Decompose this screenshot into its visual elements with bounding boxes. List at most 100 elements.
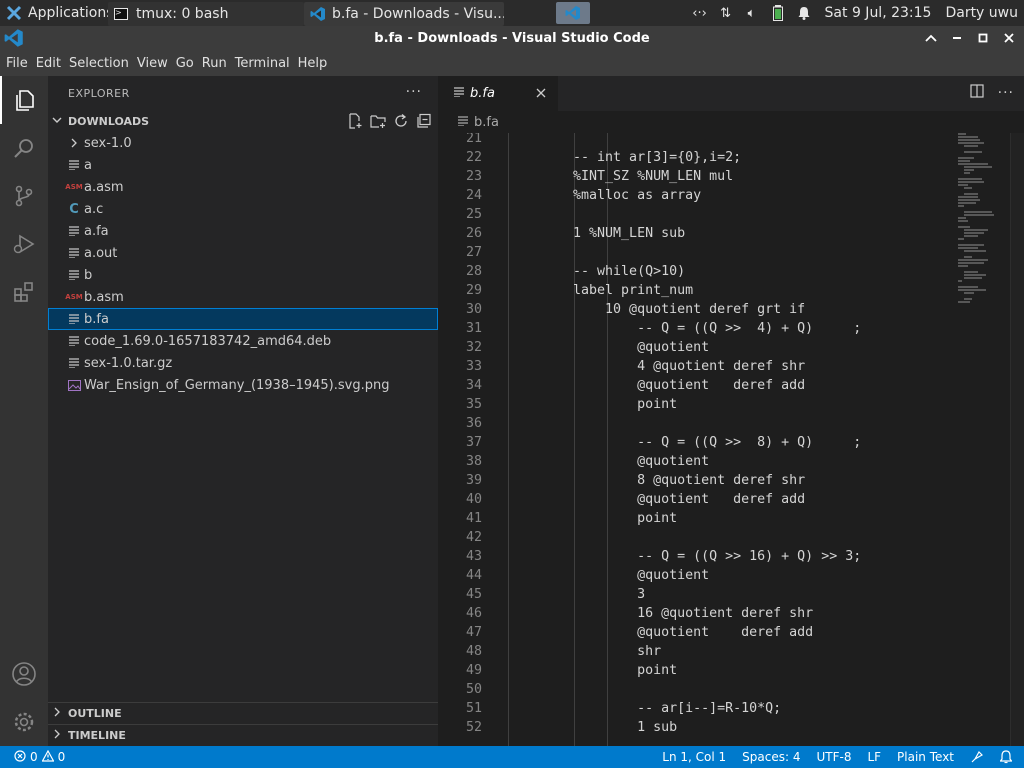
problems-indicator[interactable]: 0 0: [6, 749, 73, 765]
xfce-logo-icon: [6, 5, 22, 21]
encoding[interactable]: UTF-8: [808, 750, 859, 764]
refresh-icon[interactable]: [392, 113, 409, 129]
close-window-icon[interactable]: [1002, 31, 1016, 45]
text-file-icon: [66, 245, 82, 261]
minimap-line: [958, 217, 966, 219]
vertical-scrollbar[interactable]: [1010, 133, 1024, 746]
minimap-line: [958, 247, 978, 249]
line-number: 50: [465, 682, 482, 697]
minimap-line: [958, 301, 970, 303]
tree-item-a-asm[interactable]: ASM a.asm: [48, 176, 438, 198]
tree-item-b-asm[interactable]: ASM b.asm: [48, 286, 438, 308]
minimap-line: [964, 193, 978, 195]
menu-edit[interactable]: Edit: [32, 56, 65, 71]
minimap-line: [958, 265, 968, 267]
menu-file[interactable]: File: [2, 56, 32, 71]
menu-go[interactable]: Go: [172, 56, 198, 71]
minimap-line: [958, 244, 984, 246]
tree-item-a-out[interactable]: a.out: [48, 242, 438, 264]
line-number: 23: [465, 169, 482, 184]
line-number: 27: [465, 245, 482, 260]
minimize-icon[interactable]: [950, 31, 964, 45]
account-icon[interactable]: [0, 650, 48, 698]
timeline-section-header[interactable]: TIMELINE: [48, 724, 438, 746]
more-actions-icon[interactable]: ···: [406, 84, 422, 100]
minimap-line: [964, 256, 972, 258]
line-number: 37: [465, 435, 482, 450]
workspace-switcher[interactable]: [556, 2, 590, 24]
explorer-icon[interactable]: [0, 76, 48, 124]
chevron-right-icon: [52, 707, 68, 720]
line-text: %malloc as array: [541, 188, 702, 203]
minimap[interactable]: [952, 133, 1010, 303]
outline-label: OUTLINE: [68, 707, 122, 720]
file-name: War_Ensign_of_Germany_(1938–1945).svg.pn…: [84, 377, 390, 393]
task-vscode[interactable]: b.fa - Downloads - Visu...: [304, 1, 504, 26]
minimap-line: [964, 298, 972, 300]
source-control-icon[interactable]: [0, 172, 48, 220]
split-editor-icon[interactable]: [970, 84, 984, 102]
collapse-icon[interactable]: [924, 31, 938, 45]
minimap-line: [958, 226, 970, 228]
activity-bar: [0, 76, 48, 746]
network-icon[interactable]: ⇅: [715, 0, 737, 26]
tab-b-fa[interactable]: b.fa: [438, 76, 558, 111]
code-line: 28 -- while(Q>10): [438, 262, 1024, 281]
menu-view[interactable]: View: [133, 56, 172, 71]
code-line: 23 %INT_SZ %NUM_LEN mul: [438, 167, 1024, 186]
line-number: 32: [465, 340, 482, 355]
feedback-icon[interactable]: [962, 750, 992, 764]
maximize-icon[interactable]: [976, 31, 990, 45]
notifications-icon[interactable]: [992, 750, 1020, 764]
tree-item-a-fa[interactable]: a.fa: [48, 220, 438, 242]
tab-bar: b.fa ···: [438, 76, 1024, 111]
tree-item-a-c[interactable]: C a.c: [48, 198, 438, 220]
line-number: 40: [465, 492, 482, 507]
minimap-line: [964, 235, 978, 237]
menu-help[interactable]: Help: [294, 56, 332, 71]
run-debug-icon[interactable]: [0, 220, 48, 268]
more-actions-icon[interactable]: ···: [998, 85, 1014, 101]
tree-item-png[interactable]: War_Ensign_of_Germany_(1938–1945).svg.pn…: [48, 374, 438, 396]
tree-item-sex-1.0[interactable]: sex-1.0: [48, 132, 438, 154]
task-tmux[interactable]: > tmux: 0 bash: [108, 1, 304, 26]
line-number: 34: [465, 378, 482, 393]
tree-item-b[interactable]: b: [48, 264, 438, 286]
tree-item-tar-gz[interactable]: sex-1.0.tar.gz: [48, 352, 438, 374]
tree-item-b-fa[interactable]: b.fa: [48, 308, 438, 330]
applications-menu[interactable]: Applications ☰: [0, 0, 108, 26]
menu-terminal[interactable]: Terminal: [231, 56, 294, 71]
tree-item-a[interactable]: a: [48, 154, 438, 176]
menu-run[interactable]: Run: [198, 56, 231, 71]
indentation[interactable]: Spaces: 4: [734, 750, 808, 764]
outline-section-header[interactable]: OUTLINE: [48, 702, 438, 724]
close-icon[interactable]: [534, 86, 548, 100]
clock[interactable]: Sat 9 Jul, 23:15: [819, 5, 942, 21]
end-of-line[interactable]: LF: [859, 750, 889, 764]
new-folder-icon[interactable]: [369, 113, 386, 129]
line-number: 28: [465, 264, 482, 279]
new-file-icon[interactable]: [346, 113, 363, 129]
collapse-all-icon[interactable]: [415, 113, 432, 129]
gear-icon[interactable]: [0, 698, 48, 746]
volume-icon[interactable]: 🔈︎: [741, 0, 763, 26]
tree-item-deb[interactable]: code_1.69.0-1657183742_amd64.deb: [48, 330, 438, 352]
language-mode[interactable]: Plain Text: [889, 750, 962, 764]
battery-icon[interactable]: [767, 0, 789, 26]
window-titlebar[interactable]: b.fa - Downloads - Visual Studio Code: [0, 26, 1024, 50]
line-number: 22: [465, 150, 482, 165]
search-icon[interactable]: [0, 124, 48, 172]
notification-bell-icon[interactable]: [793, 0, 815, 26]
breadcrumb-file[interactable]: b.fa: [474, 115, 499, 130]
minimap-line: [964, 187, 972, 189]
code-editor[interactable]: 21 22 -- int ar[3]={0},i=2; 23 %INT_SZ %NU…: [438, 133, 1024, 746]
cursor-position[interactable]: Ln 1, Col 1: [654, 750, 734, 764]
user-name[interactable]: Darty uwu: [945, 5, 1020, 21]
line-number: 52: [465, 720, 482, 735]
extensions-icon[interactable]: [0, 268, 48, 316]
code-icon[interactable]: ‹·›: [689, 0, 711, 26]
line-text: label print_num: [541, 283, 694, 298]
menu-selection[interactable]: Selection: [65, 56, 133, 71]
minimap-line: [964, 145, 978, 147]
downloads-section-header[interactable]: DOWNLOADS: [48, 110, 438, 132]
